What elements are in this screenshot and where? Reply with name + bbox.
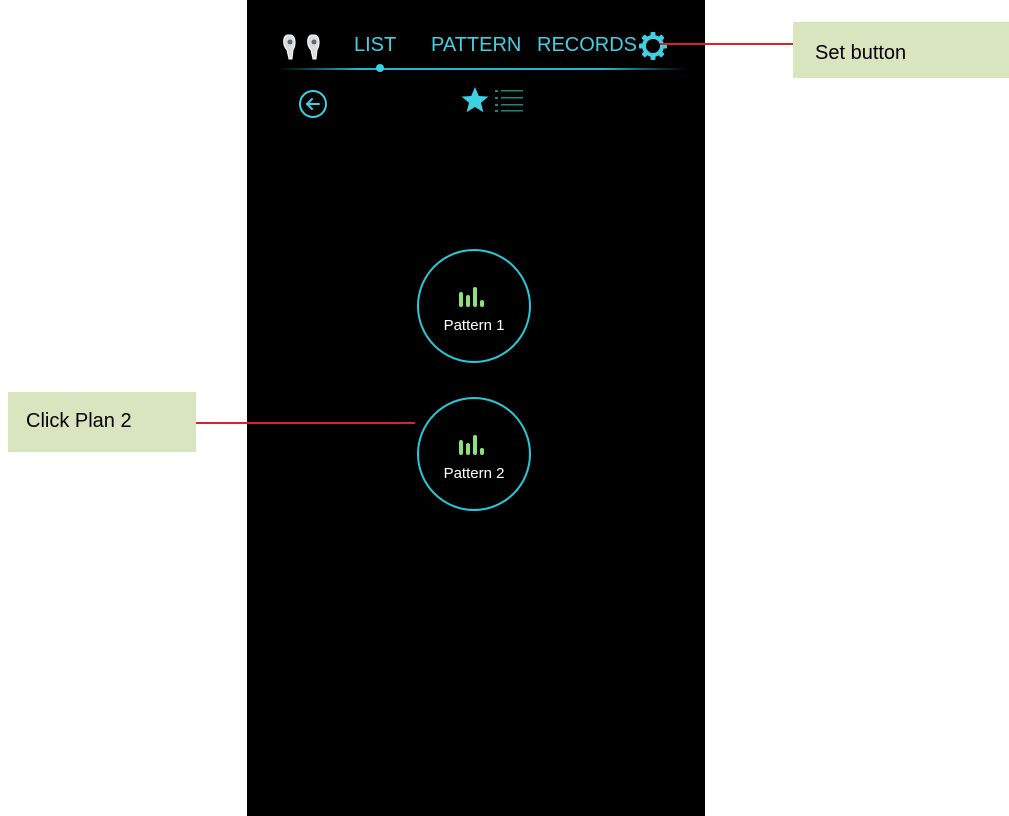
active-tab-indicator (376, 64, 384, 72)
waveform-icon (459, 435, 484, 455)
tab-pattern[interactable]: PATTERN (431, 33, 521, 57)
star-icon[interactable] (460, 86, 490, 114)
pattern-label: Pattern 1 (443, 317, 505, 334)
pattern-1-button[interactable]: Pattern 1 (417, 249, 531, 363)
click-plan-callout: Click Plan 2 (8, 392, 196, 452)
click-plan-pointer-line (180, 422, 415, 424)
tab-records[interactable]: RECORDS (537, 33, 637, 57)
tab-underline (277, 68, 687, 70)
tab-list[interactable]: LIST (354, 33, 396, 57)
top-navigation-bar: LIST PATTERN RECORDS (247, 0, 705, 72)
pattern-label: Pattern 2 (443, 465, 505, 482)
waveform-icon (459, 287, 484, 307)
list-icon[interactable] (495, 88, 525, 112)
pattern-2-button[interactable]: Pattern 2 (417, 397, 531, 511)
set-button-pointer-line (660, 43, 793, 45)
phone-screen: LIST PATTERN RECORDS Pattern 1 Pattern 2 (247, 0, 705, 816)
set-button-callout: Set button (793, 22, 1009, 78)
earbuds-icon[interactable] (281, 32, 327, 62)
gear-icon[interactable] (639, 32, 667, 60)
back-arrow-icon[interactable] (298, 89, 328, 119)
